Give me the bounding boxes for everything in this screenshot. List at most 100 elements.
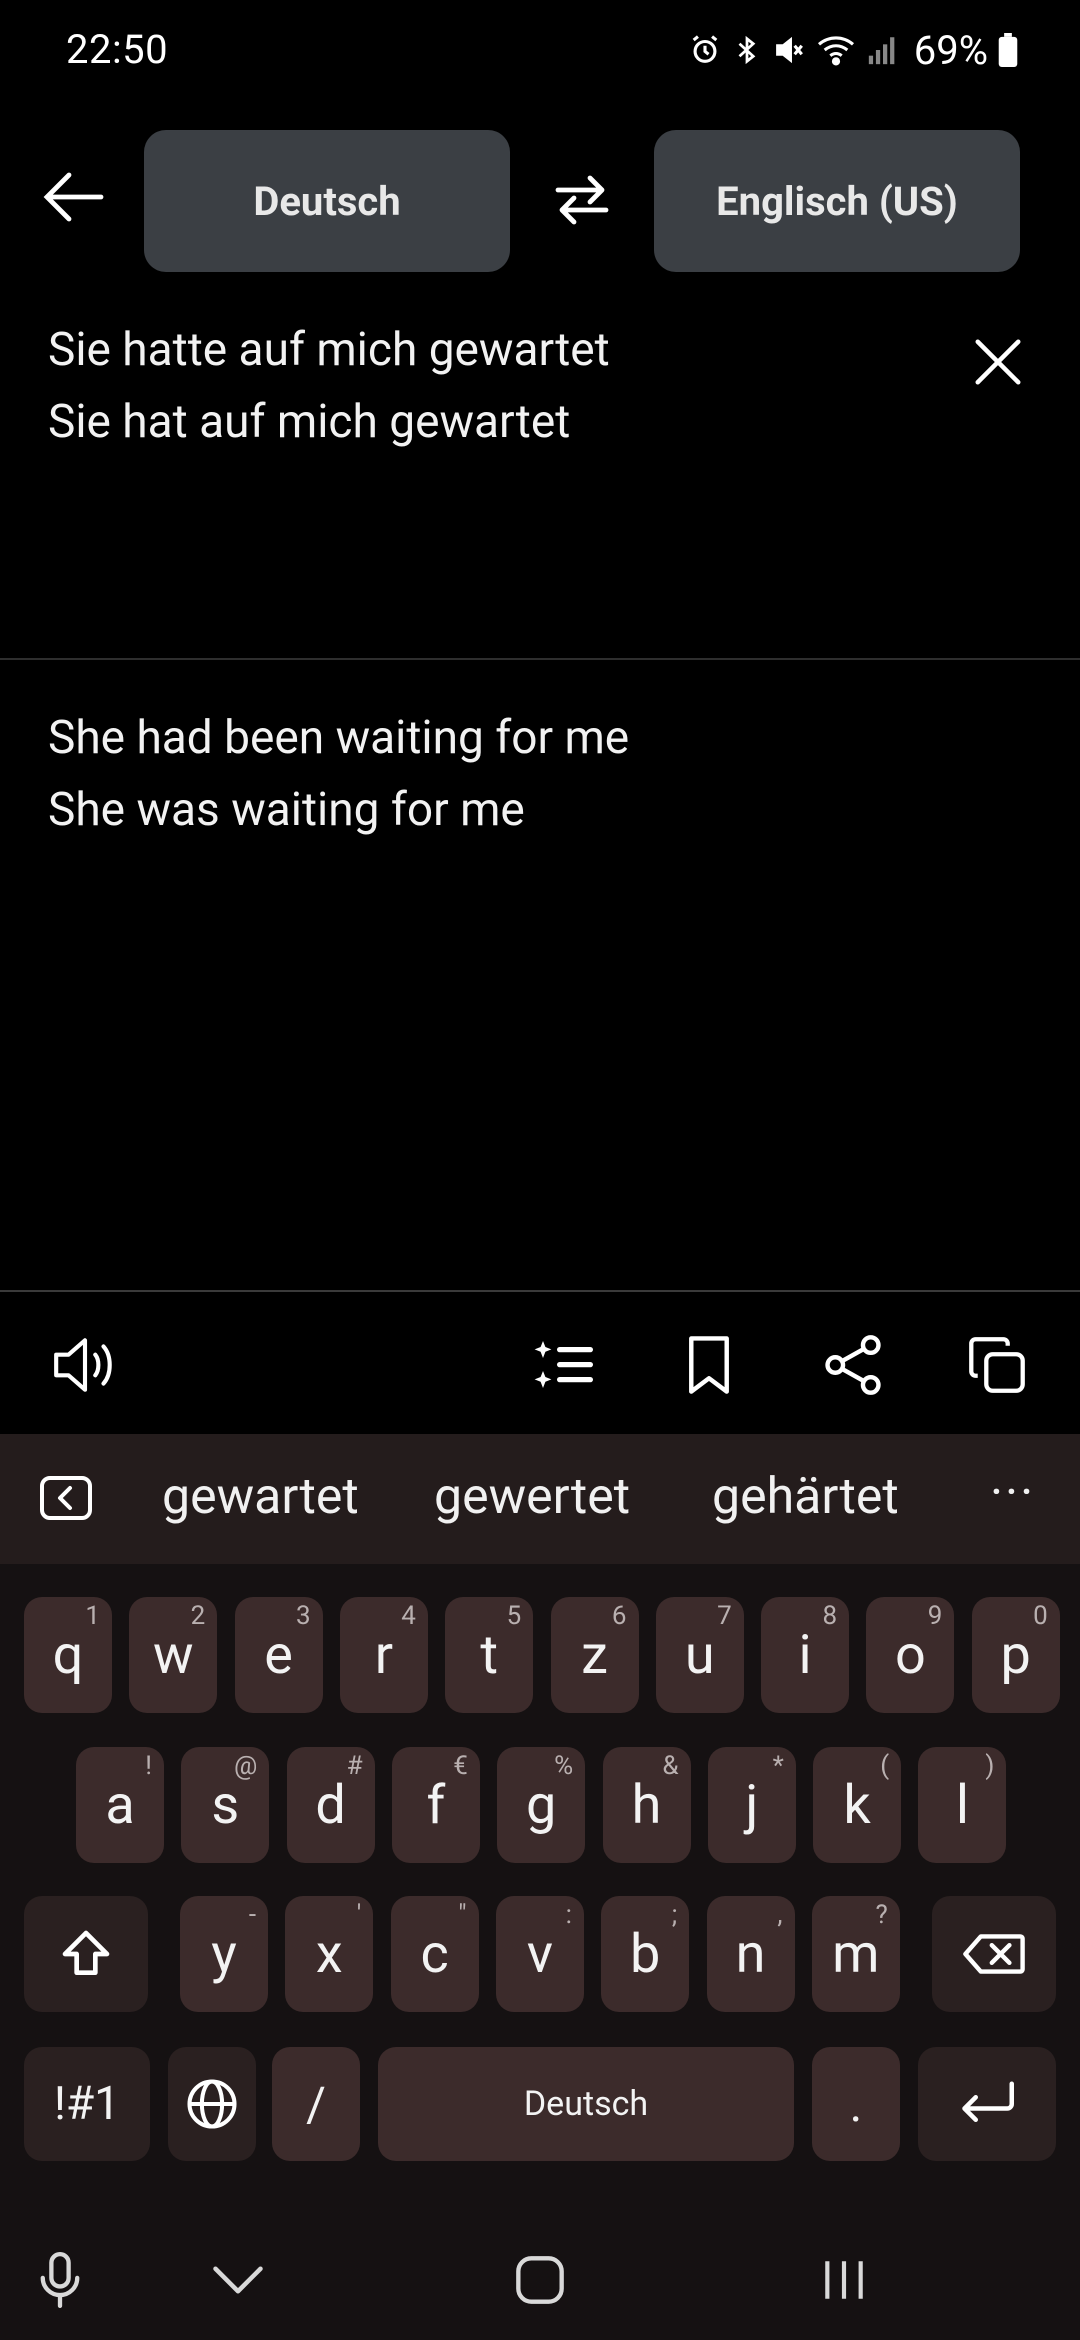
shift-key[interactable]	[24, 1896, 148, 2012]
more-suggestions-button[interactable]: ···	[990, 1464, 1035, 1522]
suggestion[interactable]: gehärtet	[712, 1468, 899, 1526]
enter-key[interactable]	[918, 2047, 1056, 2161]
key-label: y	[211, 1922, 237, 1986]
swap-languages-button[interactable]	[544, 165, 620, 235]
suggestion[interactable]: gewartet	[162, 1468, 359, 1526]
key-hint: 1	[85, 1601, 100, 1631]
key-z[interactable]: z6	[550, 1597, 639, 1713]
key-w[interactable]: w2	[129, 1597, 218, 1713]
key-a[interactable]: a!	[76, 1747, 164, 1863]
key-i[interactable]: i8	[761, 1597, 850, 1713]
source-language-button[interactable]: Deutsch	[144, 130, 510, 272]
key-x[interactable]: x '	[285, 1896, 374, 2012]
key-hint: 6	[611, 1601, 627, 1631]
key-hint: %	[554, 1751, 574, 1781]
ai-list-button[interactable]	[520, 1320, 610, 1410]
battery-icon	[998, 33, 1018, 67]
key-o[interactable]: o9	[866, 1597, 955, 1713]
key-label: g	[526, 1773, 557, 1837]
period-key[interactable]: .	[812, 2047, 900, 2161]
key-g[interactable]: g%	[497, 1747, 586, 1863]
listen-button[interactable]	[40, 1320, 130, 1410]
key-label: l	[955, 1773, 969, 1837]
source-line: Sie hatte auf mich gewartet	[48, 323, 610, 377]
key-s[interactable]: s @	[181, 1747, 270, 1863]
slash-key[interactable]: /	[272, 2047, 360, 2161]
key-label: v	[526, 1922, 553, 1986]
bluetooth-icon	[732, 33, 762, 67]
key-r[interactable]: r4	[339, 1597, 428, 1713]
key-hint: -	[248, 1900, 256, 1930]
backspace-icon	[963, 1934, 1025, 1974]
key-m[interactable]: m?	[811, 1896, 900, 2012]
key-c[interactable]: c "	[390, 1896, 479, 2012]
keyboard-nav-bar	[0, 2220, 1080, 2340]
share-button[interactable]	[808, 1320, 898, 1410]
key-h[interactable]: h &	[602, 1747, 691, 1863]
key-label: i	[798, 1623, 812, 1687]
key-label: x	[315, 1922, 343, 1986]
copy-button[interactable]	[952, 1320, 1042, 1410]
swap-icon	[555, 175, 609, 225]
key-p[interactable]: p0	[971, 1597, 1060, 1713]
hide-keyboard-button[interactable]	[198, 2240, 278, 2320]
toolbar-toggle-button[interactable]	[38, 1474, 94, 1522]
key-hint: 2	[190, 1601, 206, 1631]
key-f[interactable]: f €	[391, 1747, 480, 1863]
key-l[interactable]: l)	[918, 1747, 1007, 1863]
home-button[interactable]	[500, 2240, 580, 2320]
key-n[interactable]: n,	[706, 1896, 795, 2012]
key-label: c	[420, 1922, 449, 1986]
source-text[interactable]: Sie hatte auf mich gewartet Sie hat auf …	[48, 314, 610, 458]
key-e[interactable]: e3	[234, 1597, 323, 1713]
translation-line: She was waiting for me	[48, 783, 525, 837]
signal-icon	[866, 33, 900, 67]
key-u[interactable]: u7	[655, 1597, 744, 1713]
suggestion[interactable]: gewertet	[434, 1468, 630, 1526]
key-label: r	[374, 1623, 394, 1687]
language-key[interactable]	[168, 2047, 256, 2161]
key-label: u	[684, 1623, 715, 1687]
key-hint: 3	[295, 1601, 311, 1631]
bookmark-button[interactable]	[664, 1320, 754, 1410]
copy-icon	[969, 1337, 1025, 1393]
home-icon	[516, 2256, 564, 2304]
key-hint: @	[233, 1751, 258, 1781]
key-d[interactable]: d #	[286, 1747, 375, 1863]
key-hint: 9	[927, 1601, 943, 1631]
key-label: n	[735, 1922, 766, 1986]
key-hint: €	[453, 1751, 468, 1781]
source-line: Sie hat auf mich gewartet	[48, 395, 571, 449]
target-language-button[interactable]: Englisch (US)	[654, 130, 1020, 272]
key-t[interactable]: t5	[445, 1597, 534, 1713]
wifi-icon	[816, 33, 856, 67]
key-q[interactable]: q1	[24, 1597, 112, 1713]
status-time: 22:50	[66, 26, 169, 73]
ai-list-icon	[534, 1341, 593, 1388]
symbols-key[interactable]: !#1	[24, 2047, 150, 2161]
clear-text-button[interactable]	[966, 330, 1030, 394]
key-label: z	[581, 1623, 608, 1687]
space-key[interactable]: Deutsch	[378, 2047, 794, 2161]
key-hint: "	[458, 1900, 467, 1930]
key-b[interactable]: b;	[601, 1896, 690, 2012]
shift-icon	[62, 1930, 110, 1975]
key-label: w	[153, 1623, 194, 1687]
backspace-key[interactable]	[932, 1896, 1056, 2012]
source-text-area[interactable]: Sie hatte auf mich gewartet Sie hat auf …	[0, 300, 1080, 660]
key-label: o	[894, 1623, 926, 1687]
key-hint: ,	[777, 1900, 783, 1930]
key-hint: ?	[875, 1900, 888, 1930]
key-hint: :	[565, 1900, 572, 1930]
key-k[interactable]: k(	[813, 1747, 902, 1863]
key-hint: 0	[1033, 1601, 1048, 1631]
recent-apps-button[interactable]	[804, 2240, 884, 2320]
chevron-down-icon	[213, 2266, 263, 2294]
key-v[interactable]: v:	[495, 1896, 584, 2012]
status-icons: 69%	[688, 22, 1018, 78]
back-button[interactable]	[36, 160, 110, 234]
key-y[interactable]: y-	[180, 1896, 268, 2012]
key-hint: 5	[506, 1601, 522, 1631]
voice-input-button[interactable]	[20, 2240, 100, 2320]
key-j[interactable]: j *	[707, 1747, 796, 1863]
